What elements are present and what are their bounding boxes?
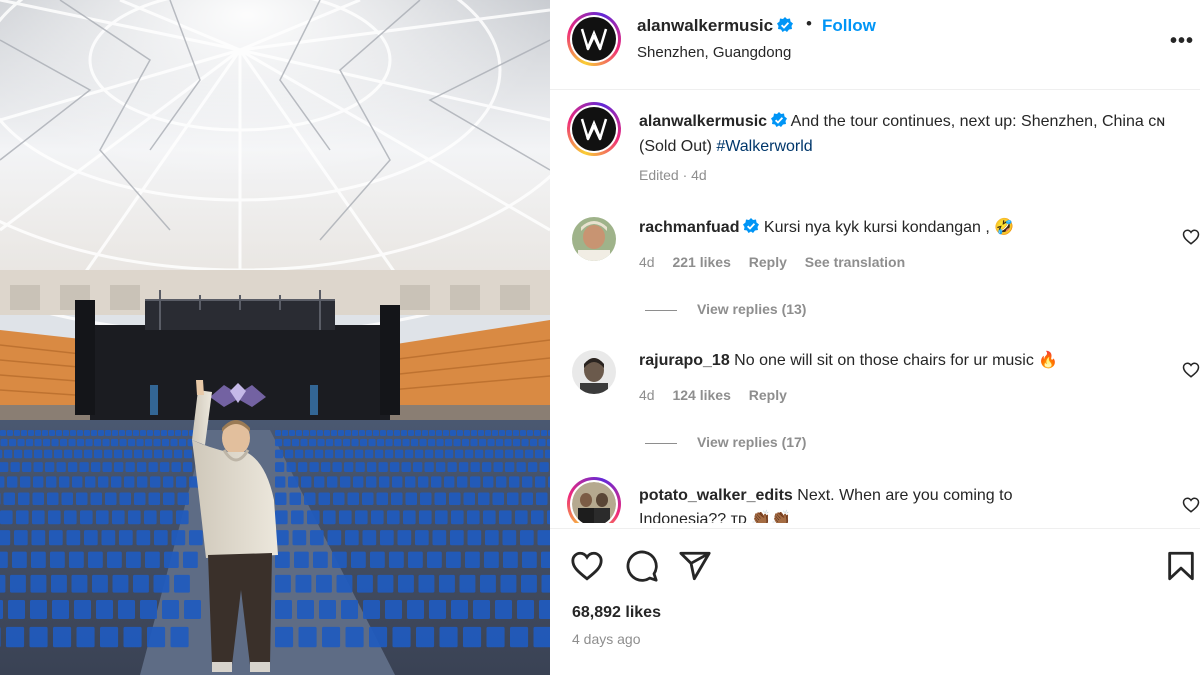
avatar[interactable]: [572, 350, 616, 394]
reply-button[interactable]: Reply: [749, 254, 787, 270]
arena-photo: [0, 0, 550, 675]
post-side-panel: alanwalkermusic • Follow Shenzhen, Guang…: [550, 0, 1200, 675]
hashtag-link[interactable]: #Walkerworld: [716, 138, 812, 155]
caption-meta: Edited · 4d: [639, 167, 707, 183]
comment-meta: 4d 124 likes Reply: [639, 387, 801, 403]
post-caption: alanwalkermusic And the tour continues, …: [639, 109, 1179, 159]
likes-count[interactable]: 68,892 likes: [572, 604, 661, 622]
comment-text: rajurapo_18 No one will sit on those cha…: [639, 349, 1159, 373]
view-replies-label[interactable]: View replies (13): [697, 301, 806, 317]
alan-walker-logo-icon: [580, 28, 608, 51]
avatar[interactable]: [567, 477, 621, 523]
more-options-icon[interactable]: •••: [1170, 30, 1194, 53]
post-timestamp[interactable]: 4 days ago: [572, 631, 641, 647]
comment-likes[interactable]: 221 likes: [672, 254, 730, 270]
avatar[interactable]: [567, 12, 621, 66]
avatar-photo: [572, 482, 616, 523]
avatar-photo: [572, 217, 616, 261]
heart-icon[interactable]: [1182, 361, 1200, 379]
view-replies-button[interactable]: View replies (17): [645, 434, 806, 450]
separator-dot: •: [806, 14, 812, 33]
replies-divider: [645, 442, 677, 444]
comment-text: potato_walker_edits Next. When are you c…: [639, 484, 1089, 523]
heart-icon[interactable]: [1182, 228, 1200, 246]
verified-badge-icon: [743, 218, 760, 233]
avatar[interactable]: [567, 102, 621, 156]
comment-likes[interactable]: 124 likes: [672, 387, 730, 403]
comment-text: rachmanfuad Kursi nya kyk kursi kondanga…: [639, 216, 1159, 240]
view-replies-label[interactable]: View replies (17): [697, 434, 806, 450]
post-photo[interactable]: [0, 0, 550, 675]
comment-body: Kursi nya kyk kursi kondangan , 🤣: [763, 219, 1015, 236]
caption-username[interactable]: alanwalkermusic: [639, 113, 767, 130]
heart-icon[interactable]: [570, 549, 604, 583]
verified-badge-icon: [777, 17, 794, 32]
heart-icon[interactable]: [1182, 496, 1200, 514]
replies-divider: [645, 309, 677, 311]
verified-badge-icon: [771, 112, 788, 127]
author-username-text[interactable]: alanwalkermusic: [637, 16, 773, 35]
comment-username[interactable]: rachmanfuad: [639, 219, 739, 236]
avatar-photo: [572, 350, 616, 394]
comment-body: No one will sit on those chairs for ur m…: [734, 352, 1059, 369]
post-location[interactable]: Shenzhen, Guangdong: [637, 44, 791, 61]
share-icon[interactable]: [678, 549, 712, 583]
view-replies-button[interactable]: View replies (13): [645, 301, 806, 317]
post-header: alanwalkermusic • Follow Shenzhen, Guang…: [550, 0, 1200, 90]
alan-walker-logo-icon: [580, 118, 608, 141]
comment-age[interactable]: 4d: [639, 254, 655, 270]
follow-button[interactable]: Follow: [822, 16, 876, 36]
comment-username[interactable]: potato_walker_edits: [639, 487, 793, 504]
reply-button[interactable]: Reply: [749, 387, 787, 403]
comment-age[interactable]: 4d: [639, 387, 655, 403]
avatar[interactable]: [572, 217, 616, 261]
author-username[interactable]: alanwalkermusic: [637, 16, 794, 36]
comment-meta: 4d 221 likes Reply See translation: [639, 254, 919, 270]
see-translation-button[interactable]: See translation: [805, 254, 905, 270]
comment-username[interactable]: rajurapo_18: [639, 352, 730, 369]
comment-icon[interactable]: [625, 549, 659, 583]
post-actions: 68,892 likes 4 days ago: [550, 528, 1200, 675]
bookmark-icon[interactable]: [1164, 549, 1198, 583]
comments-list[interactable]: alanwalkermusic And the tour continues, …: [550, 91, 1200, 523]
